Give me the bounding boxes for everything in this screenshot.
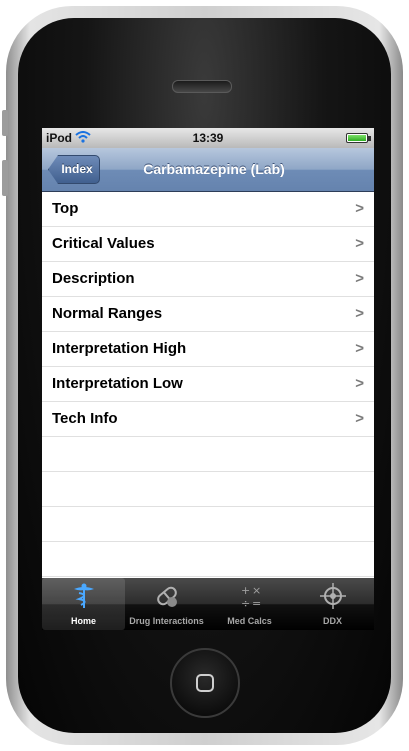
empty-row xyxy=(42,542,374,577)
chevron-right-icon: > xyxy=(355,410,364,427)
list-item-label: Top xyxy=(52,200,79,217)
home-button[interactable] xyxy=(170,648,240,718)
device-screen: iPod 13:39 Index Carbamazepine (Lab) Top… xyxy=(42,128,374,630)
chevron-right-icon: > xyxy=(355,270,364,287)
earpiece-speaker xyxy=(172,80,232,93)
svg-text:+: + xyxy=(241,584,250,597)
tab-med-calcs[interactable]: + × ÷ = Med Calcs xyxy=(208,578,291,630)
svg-text:÷: ÷ xyxy=(241,597,250,610)
tab-ddx[interactable]: DDX xyxy=(291,578,374,630)
list-item-label: Description xyxy=(52,270,135,287)
tab-bar: Home Drug Interactions + × ÷ = Med Calcs xyxy=(42,578,374,630)
clock: 13:39 xyxy=(192,131,224,145)
list-item-label: Tech Info xyxy=(52,410,118,427)
crosshair-icon xyxy=(320,583,346,609)
list-item-label: Normal Ranges xyxy=(52,305,163,322)
pill-icon xyxy=(157,586,177,607)
battery-icon xyxy=(346,133,368,143)
tab-home[interactable]: Home xyxy=(42,578,125,630)
math-operators-icon: + × ÷ = xyxy=(241,584,261,610)
list-item-critical-values[interactable]: Critical Values > xyxy=(42,227,374,262)
tab-label: DDX xyxy=(322,616,342,626)
navigation-bar: Index Carbamazepine (Lab) xyxy=(42,148,374,192)
chevron-right-icon: > xyxy=(355,200,364,217)
list-item-label: Critical Values xyxy=(52,235,155,252)
empty-row xyxy=(42,472,374,507)
empty-row xyxy=(42,507,374,542)
chevron-right-icon: > xyxy=(355,235,364,252)
list-item-label: Interpretation Low xyxy=(52,375,183,392)
page-title: Carbamazepine (Lab) xyxy=(143,161,285,177)
list-item-label: Interpretation High xyxy=(52,340,187,357)
back-button[interactable]: Index xyxy=(48,155,100,184)
chevron-right-icon: > xyxy=(355,305,364,322)
volume-button xyxy=(2,160,8,196)
list-item-description[interactable]: Description > xyxy=(42,262,374,297)
list-item-interpretation-low[interactable]: Interpretation Low > xyxy=(42,367,374,402)
list-item-normal-ranges[interactable]: Normal Ranges > xyxy=(42,297,374,332)
tab-label: Med Calcs xyxy=(227,616,272,626)
svg-text:=: = xyxy=(252,597,261,610)
tab-label: Drug Interactions xyxy=(129,616,204,626)
status-bar: iPod 13:39 xyxy=(42,128,374,148)
list-item-top[interactable]: Top > xyxy=(42,192,374,227)
tab-label: Home xyxy=(70,616,96,626)
section-list: Top > Critical Values > Description > No… xyxy=(42,192,374,577)
home-square-icon xyxy=(196,674,214,692)
list-item-interpretation-high[interactable]: Interpretation High > xyxy=(42,332,374,367)
chevron-right-icon: > xyxy=(355,340,364,357)
svg-text:×: × xyxy=(252,584,261,597)
list-item-tech-info[interactable]: Tech Info > xyxy=(42,402,374,437)
volume-button xyxy=(2,110,8,136)
battery-tip xyxy=(368,136,371,141)
tab-drug-interactions[interactable]: Drug Interactions xyxy=(125,578,208,630)
caduceus-icon xyxy=(74,583,94,608)
empty-row xyxy=(42,437,374,472)
chevron-right-icon: > xyxy=(355,375,364,392)
